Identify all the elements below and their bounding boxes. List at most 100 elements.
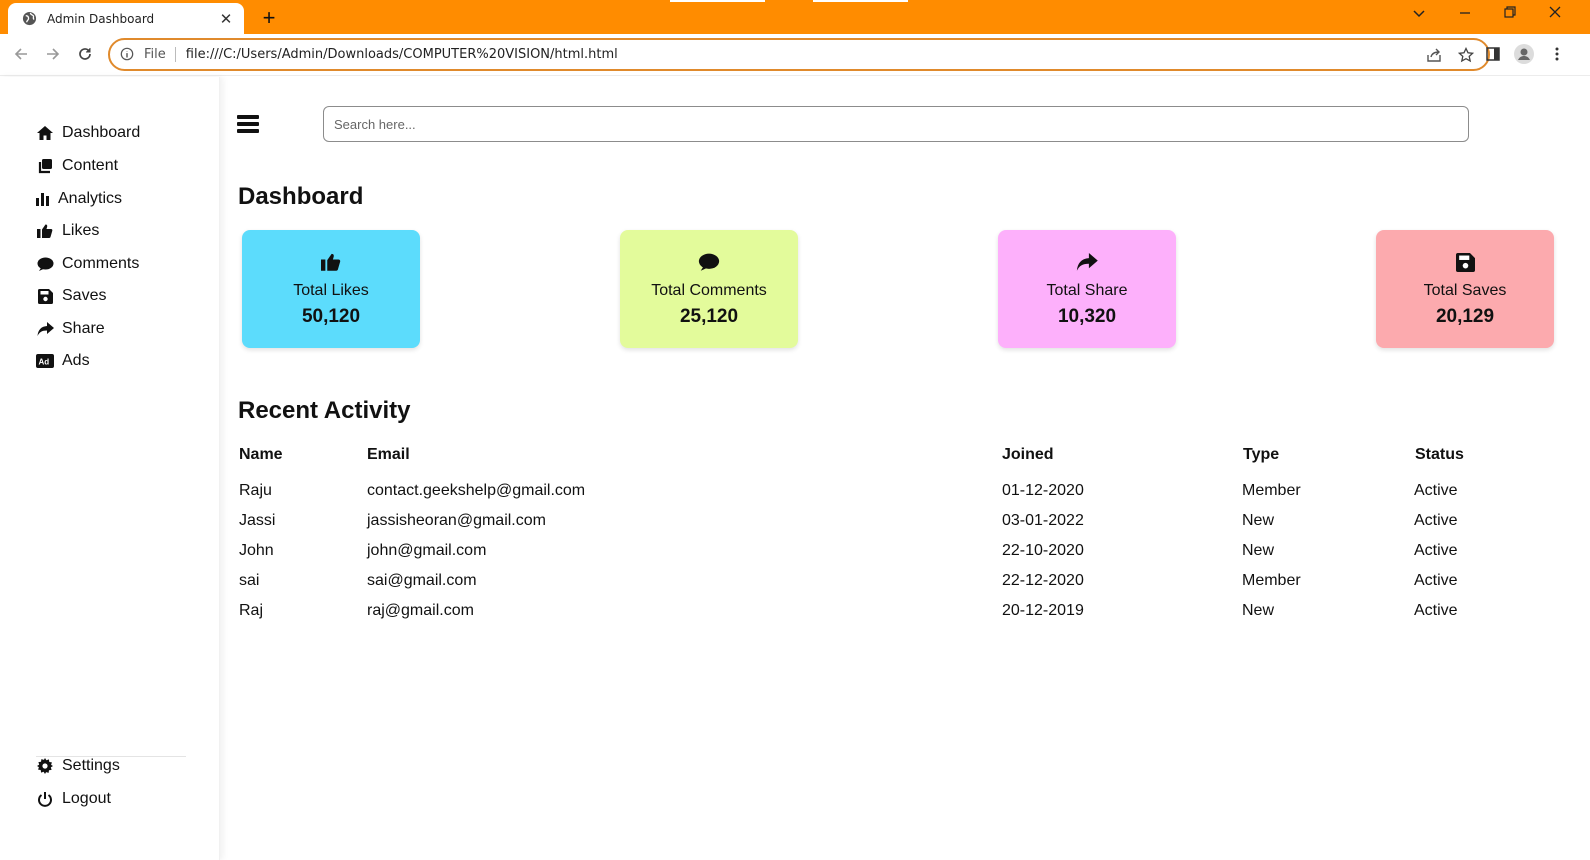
sidebar-item-label: Logout: [62, 790, 111, 807]
reload-icon[interactable]: [73, 42, 97, 66]
cell-joined: 03-01-2022: [1002, 512, 1084, 529]
sidebar-item-label: Saves: [62, 287, 107, 304]
sidebar-item-label: Ads: [62, 352, 90, 369]
sidebar: Dashboard Content Analytics Likes Commen…: [0, 77, 220, 860]
side-panel-icon[interactable]: [1481, 42, 1505, 66]
main-content: Dashboard Total Likes 50,120 Total Comme…: [221, 77, 1590, 860]
sidebar-item-content[interactable]: Content: [36, 154, 118, 178]
cell-name: Raju: [239, 482, 272, 499]
sidebar-item-ads[interactable]: Ad Ads: [36, 349, 90, 373]
sidebar-item-likes[interactable]: Likes: [36, 219, 99, 243]
cell-email: raj@gmail.com: [367, 602, 474, 619]
cell-joined: 22-10-2020: [1002, 542, 1084, 559]
gear-icon: [36, 757, 54, 775]
stat-card-share[interactable]: Total Share 10,320: [998, 230, 1176, 348]
profile-avatar-icon[interactable]: [1512, 42, 1536, 66]
sidebar-item-logout[interactable]: Logout: [36, 787, 111, 811]
card-value: 20,129: [1435, 306, 1495, 327]
cell-email: john@gmail.com: [367, 542, 487, 559]
stat-card-comments[interactable]: Total Comments 25,120: [620, 230, 798, 348]
cell-name: Raj: [239, 602, 264, 619]
cell-joined: 01-12-2020: [1002, 482, 1084, 499]
new-tab-button[interactable]: +: [258, 5, 280, 31]
svg-text:Ad: Ad: [39, 358, 50, 367]
browser-tab[interactable]: Admin Dashboard ✕: [8, 3, 244, 34]
page-title: Dashboard: [238, 183, 364, 210]
url-text[interactable]: file:///C:/Users/Admin/Downloads/COMPUTE…: [186, 47, 1424, 62]
cell-type: New: [1242, 542, 1275, 559]
sidebar-item-settings[interactable]: Settings: [36, 754, 120, 778]
browser-menu-icon[interactable]: [1545, 42, 1569, 66]
cell-joined: 22-12-2020: [1002, 572, 1084, 589]
cell-type: Member: [1242, 482, 1301, 499]
card-value: 10,320: [1057, 306, 1117, 327]
cell-email: sai@gmail.com: [367, 572, 477, 589]
column-header-status: Status: [1415, 446, 1464, 463]
cell-status: Active: [1414, 542, 1458, 559]
cell-status: Active: [1414, 512, 1458, 529]
card-value: 25,120: [679, 306, 739, 327]
card-label: Total Comments: [651, 282, 767, 299]
bar-chart-icon: [36, 190, 50, 208]
comment-icon: [36, 255, 54, 273]
share-icon: [36, 320, 54, 338]
comment-icon: [697, 250, 721, 274]
card-label: Total Likes: [293, 282, 369, 299]
browser-tab-bar: Admin Dashboard ✕ +: [0, 0, 1590, 34]
sidebar-item-label: Settings: [62, 757, 120, 774]
cell-type: New: [1242, 602, 1275, 619]
sidebar-item-label: Share: [62, 320, 105, 337]
browser-toolbar: File file:///C:/Users/Admin/Downloads/CO…: [0, 34, 1590, 76]
sidebar-item-saves[interactable]: Saves: [36, 284, 106, 308]
stat-card-likes[interactable]: Total Likes 50,120: [242, 230, 420, 348]
cell-name: Jassi: [239, 512, 276, 529]
cell-status: Active: [1414, 572, 1458, 589]
floppy-disk-icon: [1453, 250, 1477, 274]
cell-status: Active: [1414, 482, 1458, 499]
share-page-icon[interactable]: [1424, 45, 1444, 65]
restore-icon[interactable]: [1500, 5, 1520, 22]
forward-arrow-icon[interactable]: [41, 42, 65, 66]
column-header-type: Type: [1243, 446, 1280, 463]
column-header-joined: Joined: [1002, 446, 1054, 463]
tab-close-icon[interactable]: ✕: [218, 10, 234, 28]
hamburger-menu-icon[interactable]: [237, 115, 259, 133]
sidebar-item-dashboard[interactable]: Dashboard: [36, 121, 140, 145]
globe-icon: [22, 11, 38, 27]
cell-email: jassisheoran@gmail.com: [367, 512, 546, 529]
cell-status: Active: [1414, 602, 1458, 619]
cell-type: Member: [1242, 572, 1301, 589]
card-label: Total Share: [1046, 282, 1128, 299]
close-window-icon[interactable]: [1545, 5, 1565, 22]
home-icon: [36, 124, 54, 142]
sidebar-item-share[interactable]: Share: [36, 317, 105, 341]
sidebar-item-label: Comments: [62, 255, 140, 272]
minimize-icon[interactable]: [1455, 5, 1475, 22]
share-icon: [1075, 250, 1099, 274]
column-header-name: Name: [239, 446, 283, 463]
sidebar-item-label: Dashboard: [62, 124, 141, 141]
card-value: 50,120: [301, 306, 361, 327]
back-arrow-icon[interactable]: [9, 42, 33, 66]
card-label: Total Saves: [1423, 282, 1507, 299]
sidebar-item-label: Analytics: [58, 190, 123, 207]
power-icon: [36, 790, 54, 808]
tab-title: Admin Dashboard: [47, 11, 155, 26]
tab-search-chevron-icon[interactable]: [1409, 5, 1429, 22]
bookmark-star-icon[interactable]: [1456, 45, 1476, 65]
sidebar-item-label: Likes: [62, 222, 100, 239]
copy-icon: [36, 157, 54, 175]
address-bar[interactable]: File file:///C:/Users/Admin/Downloads/CO…: [108, 38, 1490, 71]
info-icon[interactable]: [120, 47, 136, 63]
sidebar-item-comments[interactable]: Comments: [36, 252, 139, 276]
sidebar-item-label: Content: [62, 157, 119, 174]
cell-email: contact.geekshelp@gmail.com: [367, 482, 586, 499]
thumbs-up-icon: [319, 250, 343, 274]
sidebar-item-analytics[interactable]: Analytics: [36, 187, 122, 211]
search-input[interactable]: [323, 106, 1469, 142]
scheme-label: File: [144, 47, 176, 62]
stat-card-saves[interactable]: Total Saves 20,129: [1376, 230, 1554, 348]
floppy-disk-icon: [36, 287, 54, 305]
cell-joined: 20-12-2019: [1002, 602, 1084, 619]
ad-icon: Ad: [36, 352, 54, 370]
